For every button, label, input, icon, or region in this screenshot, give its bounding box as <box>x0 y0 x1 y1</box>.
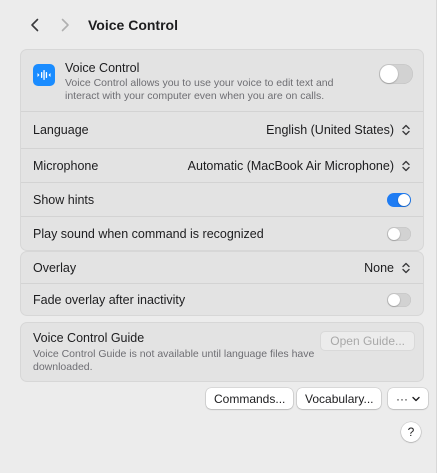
voice-control-group: Voice Control Voice Control allows you t… <box>20 49 424 251</box>
chevron-up-down-icon <box>400 123 411 137</box>
play-sound-toggle[interactable] <box>387 226 411 241</box>
toggle-knob <box>398 193 410 206</box>
voice-control-waveform-icon <box>33 64 55 86</box>
vocabulary-button[interactable]: Vocabulary... <box>297 388 382 409</box>
voice-control-description: Voice Control allows you to use your voi… <box>65 77 334 102</box>
page-title: Voice Control <box>88 17 178 33</box>
fade-overlay-row: Fade overlay after inactivity <box>21 283 423 315</box>
microphone-row: Microphone Automatic (MacBook Air Microp… <box>21 148 423 182</box>
language-label: Language <box>33 123 89 137</box>
toggle-knob <box>388 227 400 240</box>
overlay-label: Overlay <box>33 260 77 275</box>
fade-overlay-label: Fade overlay after inactivity <box>33 292 186 307</box>
overlay-group: Overlay None Fade overlay after inactivi… <box>20 251 424 316</box>
header: Voice Control <box>24 14 178 36</box>
back-button[interactable] <box>24 14 46 36</box>
overlay-row: Overlay None <box>21 252 423 283</box>
voice-control-title: Voice Control <box>65 61 140 75</box>
chevron-up-down-icon <box>400 159 411 173</box>
show-hints-toggle[interactable] <box>387 192 411 207</box>
chevron-down-icon <box>412 396 420 401</box>
language-select[interactable]: English (United States) <box>266 123 411 137</box>
help-button[interactable]: ? <box>401 422 421 442</box>
voice-control-text: Voice Control Voice Control allows you t… <box>65 61 365 103</box>
chevron-up-down-icon <box>400 261 411 275</box>
voice-control-toggle[interactable] <box>379 64 413 84</box>
language-row: Language English (United States) <box>21 111 423 148</box>
chevron-right-icon <box>61 18 69 32</box>
chevron-left-icon <box>31 18 39 32</box>
voice-control-row: Voice Control Voice Control allows you t… <box>21 50 423 111</box>
guide-row: Voice Control Guide Voice Control Guide … <box>21 323 423 381</box>
overlay-select[interactable]: None <box>364 261 411 275</box>
show-hints-label: Show hints <box>33 192 95 207</box>
forward-button[interactable] <box>54 14 76 36</box>
open-guide-button[interactable]: Open Guide... <box>320 331 415 351</box>
voice-control-settings-window: Voice Control Voice Control Voice Contro… <box>0 0 437 473</box>
overlay-value: None <box>364 260 394 275</box>
fade-overlay-toggle[interactable] <box>387 292 411 307</box>
guide-group: Voice Control Guide Voice Control Guide … <box>20 322 424 382</box>
guide-description: Voice Control Guide is not available unt… <box>33 348 315 373</box>
commands-button[interactable]: Commands... <box>206 388 294 409</box>
more-label: ··· <box>396 391 408 406</box>
microphone-label: Microphone <box>33 158 99 173</box>
toggle-knob <box>380 65 398 83</box>
toggle-knob <box>388 293 400 306</box>
play-sound-row: Play sound when command is recognized <box>21 216 423 250</box>
language-value: English (United States) <box>266 123 394 137</box>
microphone-select[interactable]: Automatic (MacBook Air Microphone) <box>188 159 411 173</box>
play-sound-label: Play sound when command is recognized <box>33 226 264 241</box>
microphone-value: Automatic (MacBook Air Microphone) <box>187 158 394 173</box>
more-options-button[interactable]: ··· <box>388 388 428 409</box>
show-hints-row: Show hints <box>21 182 423 216</box>
